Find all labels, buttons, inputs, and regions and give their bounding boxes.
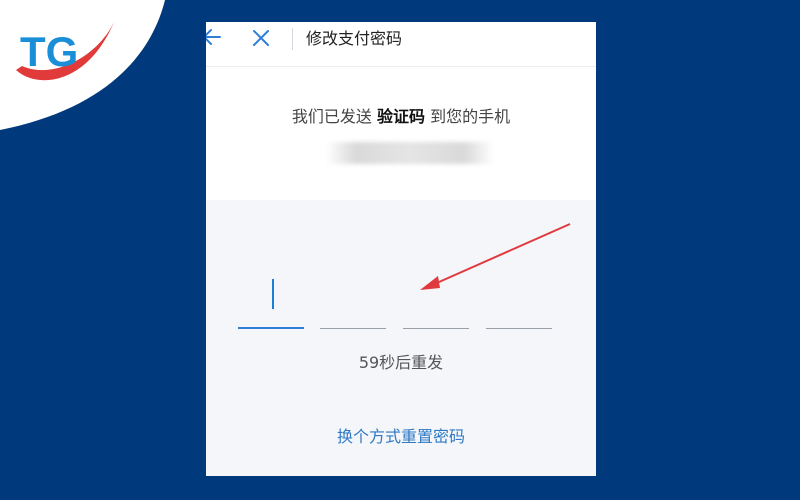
- arrow-left-icon[interactable]: [206, 26, 222, 48]
- info-area: [206, 67, 596, 200]
- header-divider: [292, 28, 293, 50]
- resend-countdown: 59秒后重发: [358, 353, 444, 372]
- alternate-reset-link[interactable]: 换个方式重置密码: [206, 426, 596, 448]
- close-icon[interactable]: [250, 27, 272, 49]
- phone-number-blurred: [326, 142, 494, 164]
- top-bar: 修改支付密码: [206, 22, 596, 66]
- phone-screen: 修改支付密码 我们已发送 验证码 到您的手机 59秒后重发 换个方式重置密码: [206, 22, 596, 476]
- code-slot-2[interactable]: [320, 328, 386, 329]
- input-cursor: [272, 279, 274, 309]
- code-slot-3[interactable]: [403, 328, 469, 329]
- code-slot-4[interactable]: [486, 328, 552, 329]
- tg-logo: TG: [8, 8, 120, 94]
- sent-prefix: 我们已发送: [291, 107, 377, 126]
- sent-message: 我们已发送 验证码 到您的手机: [206, 106, 596, 128]
- sent-bold: 验证码: [376, 107, 425, 126]
- logo-text: TG: [20, 28, 78, 75]
- sent-suffix: 到您的手机: [425, 107, 511, 126]
- page-title: 修改支付密码: [306, 29, 403, 48]
- code-slot-1[interactable]: [238, 327, 304, 329]
